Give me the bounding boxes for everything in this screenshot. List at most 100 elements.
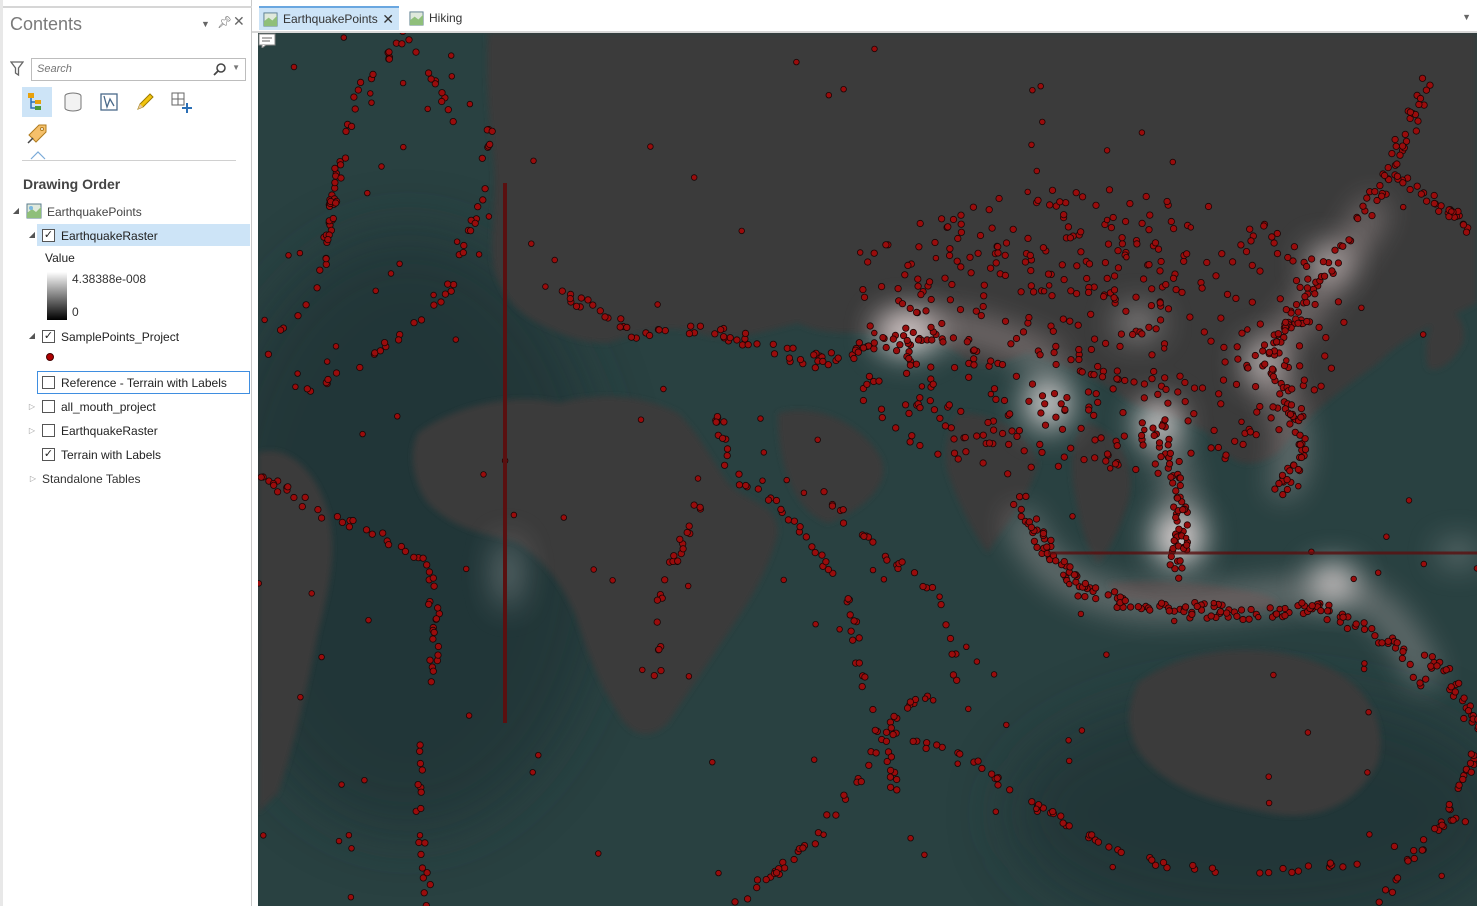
layer-label[interactable]: EarthquakeRaster [61, 229, 158, 243]
earthquake-point [948, 280, 956, 289]
earthquake-point [1152, 325, 1160, 333]
tab-hiking[interactable]: Hiking [405, 6, 475, 30]
earthquake-point [1281, 611, 1289, 620]
earthquake-point [1244, 364, 1252, 372]
earthquake-point [596, 307, 604, 315]
earthquake-point [1331, 246, 1339, 254]
earthquake-point [1247, 605, 1255, 614]
earthquake-point [945, 251, 954, 260]
earthquake-point [1238, 329, 1246, 337]
earthquake-point [1094, 838, 1103, 846]
earthquake-point [1413, 182, 1421, 190]
expand-layer-chevron-icon[interactable]: ▷ [27, 426, 37, 435]
search-input[interactable] [37, 59, 207, 79]
layer-visibility-checkbox[interactable]: ✓ [42, 330, 55, 343]
pane-title: Contents [10, 14, 83, 34]
earthquake-point [1239, 440, 1247, 448]
standalone-tables-label[interactable]: Standalone Tables [42, 472, 141, 486]
earthquake-point [1037, 409, 1045, 417]
list-by-data-source-button[interactable] [58, 87, 88, 117]
map-icon [26, 203, 42, 219]
earthquake-point [887, 753, 896, 761]
layer-label[interactable]: Reference - Terrain with Labels [61, 376, 227, 390]
earthquake-point [1406, 108, 1415, 116]
search-box[interactable]: ▼ [31, 58, 246, 81]
earthquake-point [1461, 818, 1469, 826]
earthquake-point [1259, 347, 1267, 355]
earthquake-point [1393, 172, 1402, 180]
earthquake-point [753, 876, 762, 884]
close-tab-icon[interactable]: ✕ [382, 11, 394, 28]
map-view[interactable] [258, 33, 1477, 906]
earthquake-point [998, 360, 1007, 369]
earthquake-point [963, 338, 971, 346]
earthquake-point [1103, 450, 1112, 458]
layer-label[interactable]: SamplePoints_Project [61, 330, 179, 344]
earthquake-point [979, 302, 987, 311]
tab-earthquake-points[interactable]: EarthquakePoints ✕ [259, 6, 399, 30]
list-by-selection-button[interactable] [94, 87, 124, 117]
layer-label[interactable]: Terrain with Labels [61, 448, 161, 462]
pin-icon[interactable]: 📌︎ [217, 15, 232, 29]
earthquake-point [1161, 416, 1169, 424]
earthquake-point [1165, 607, 1173, 615]
map-notes-icon[interactable] [258, 33, 276, 48]
map-canvas[interactable] [258, 33, 1477, 906]
close-icon[interactable]: ✕ [233, 13, 245, 30]
pane-options-chevron-icon[interactable]: ▼ [201, 19, 210, 29]
collapse-map-chevron-icon[interactable]: ◢ [11, 206, 21, 215]
earthquake-point [1248, 261, 1256, 269]
earthquake-point [1151, 460, 1159, 468]
earthquake-point [387, 270, 395, 277]
list-by-labeling-button[interactable] [22, 118, 52, 148]
earthquake-point [1207, 444, 1215, 452]
earthquake-point [866, 322, 874, 330]
earthquake-point [427, 75, 435, 83]
list-by-drawing-order-button[interactable] [22, 87, 52, 117]
earthquake-point [1233, 612, 1241, 620]
layer-visibility-checkbox[interactable]: ✓ [42, 229, 55, 242]
map-node-label[interactable]: EarthquakePoints [47, 205, 142, 219]
search-icon[interactable] [213, 62, 227, 76]
earthquake-point [444, 280, 452, 288]
earthquake-point [994, 781, 1002, 789]
search-options-chevron-icon[interactable]: ▼ [232, 63, 240, 72]
earthquake-point [298, 502, 306, 511]
expand-layer-chevron-icon[interactable]: ▷ [27, 402, 37, 411]
earthquake-point [417, 788, 425, 796]
collapse-toolbar-chevron-icon[interactable] [30, 150, 46, 160]
layer-visibility-checkbox[interactable]: ✓ [42, 448, 55, 461]
earthquake-point [1352, 620, 1360, 628]
layer-visibility-checkbox[interactable] [42, 424, 55, 437]
earthquake-point [1171, 617, 1178, 625]
tab-overflow-chevron-icon[interactable]: ▼ [1462, 12, 1471, 22]
earthquake-point [1078, 193, 1087, 201]
earthquake-point [1298, 453, 1306, 462]
list-by-snapping-button[interactable] [166, 87, 196, 117]
layer-visibility-checkbox[interactable] [42, 376, 55, 389]
expand-tables-chevron-icon[interactable]: ▷ [28, 474, 38, 483]
layer-label[interactable]: all_mouth_project [61, 400, 156, 414]
earthquake-point [1147, 301, 1156, 310]
earthquake-point [1315, 323, 1323, 331]
earthquake-point [910, 569, 919, 577]
earthquake-point [1166, 449, 1175, 457]
earthquake-point [316, 266, 324, 274]
filter-icon[interactable] [10, 61, 24, 77]
earthquake-point [1459, 221, 1468, 229]
earthquake-point [1066, 757, 1073, 765]
layer-label[interactable]: EarthquakeRaster [61, 424, 158, 438]
collapse-layer-chevron-icon[interactable]: ◢ [27, 331, 37, 340]
earthquake-point [1391, 135, 1399, 144]
earthquake-point [967, 269, 975, 277]
earthquake-point [1037, 83, 1044, 90]
layer-visibility-checkbox[interactable] [42, 400, 55, 413]
earthquake-point [1398, 654, 1407, 663]
earthquake-point [1091, 454, 1099, 462]
collapse-layer-chevron-icon[interactable]: ◢ [27, 230, 37, 239]
earthquake-point [1105, 843, 1113, 851]
earthquake-point [1006, 410, 1014, 418]
earthquake-point [1317, 382, 1325, 390]
list-by-editing-button[interactable] [130, 87, 160, 117]
earthquake-point [906, 698, 915, 706]
